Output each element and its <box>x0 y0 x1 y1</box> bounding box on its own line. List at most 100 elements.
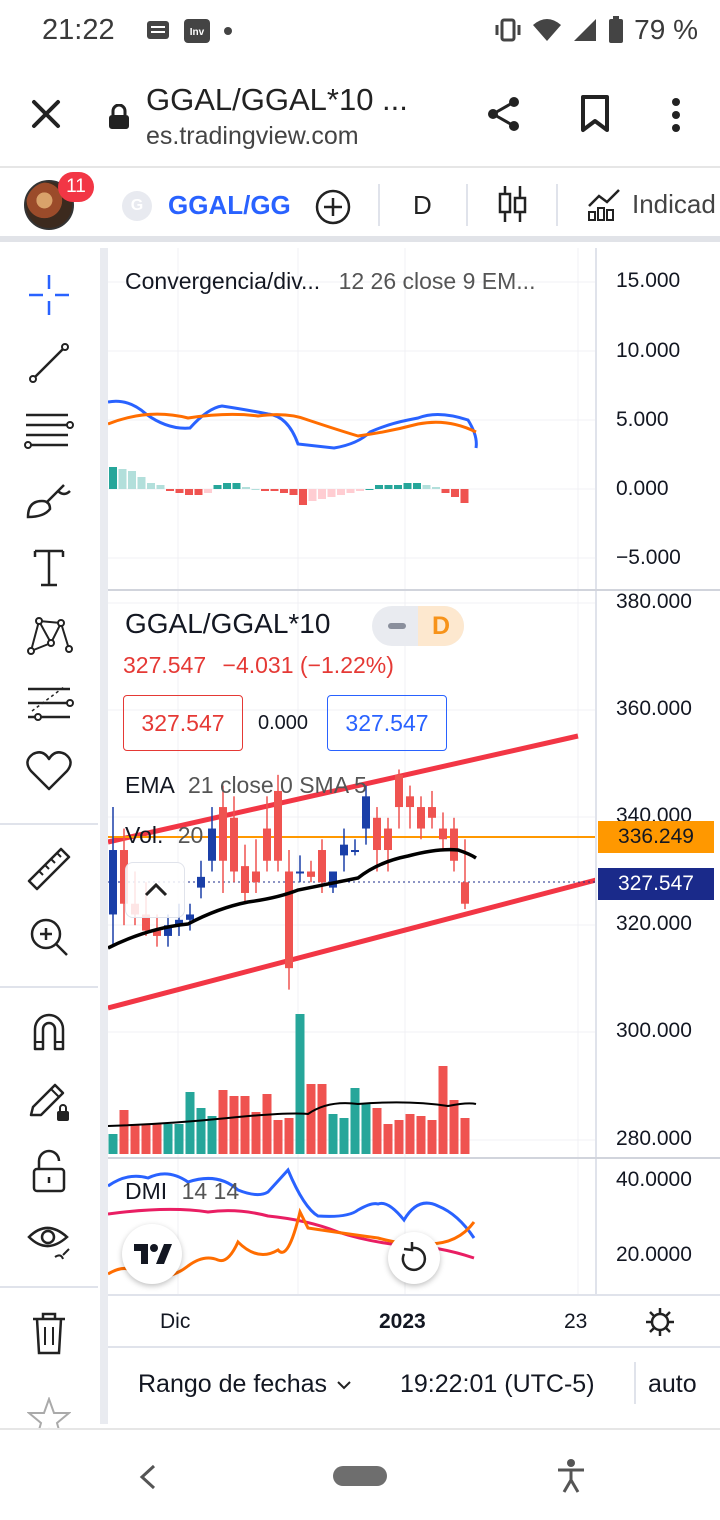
toolbar-divider <box>466 184 468 226</box>
brush-tool[interactable] <box>22 472 76 526</box>
favorites-tool[interactable] <box>22 744 76 798</box>
macd-histogram-bar <box>441 489 450 493</box>
macd-legend[interactable]: Convergencia/div... 12 26 close 9 EM... <box>125 268 535 295</box>
signal-icon <box>574 19 597 41</box>
time-axis[interactable]: Dic 2023 23 <box>108 1294 720 1346</box>
buy-button[interactable]: 327.547 <box>327 695 447 751</box>
text-tool[interactable] <box>22 540 76 594</box>
interval-button[interactable]: D <box>413 190 432 221</box>
share-icon[interactable] <box>484 94 524 134</box>
symbol-search-button[interactable]: GGAL/GG <box>168 190 291 221</box>
volume-bar <box>295 1014 305 1154</box>
volume-bar <box>317 1084 327 1154</box>
dmi-tick: 40.0000 <box>616 1168 692 1191</box>
collapse-legend-button[interactable] <box>125 862 185 918</box>
volume-bar <box>218 1090 228 1154</box>
volume-label: Vol. <box>125 822 164 848</box>
dmi-params: 14 14 <box>181 1178 240 1204</box>
macd-histogram-bar <box>156 485 165 489</box>
toolbar-divider <box>378 184 380 226</box>
macd-histogram-bar <box>232 483 241 489</box>
crosshair-tool[interactable] <box>22 268 76 322</box>
pattern-tool[interactable] <box>22 608 76 662</box>
candle-body <box>197 876 205 888</box>
candle-body <box>439 828 447 840</box>
investing-app-icon: Inv <box>184 19 210 43</box>
interval-pill[interactable]: D <box>372 606 464 646</box>
hide-drawings-tool[interactable] <box>22 1214 76 1268</box>
candle-body <box>263 828 271 861</box>
macd-histogram-bar <box>242 487 250 489</box>
accessibility-icon[interactable] <box>554 1458 588 1494</box>
tradingview-logo[interactable] <box>122 1224 182 1284</box>
macd-histogram-bar <box>365 489 374 490</box>
fib-tool[interactable] <box>22 404 76 458</box>
last-price-tag: 327.547 <box>598 868 714 900</box>
zoom-tool[interactable] <box>22 910 76 964</box>
pill-interval: D <box>418 606 464 646</box>
pencil-lock-icon <box>29 1083 69 1121</box>
ema-legend[interactable]: EMA 21 close 0 SMA 5 <box>125 772 367 799</box>
macd-histogram-bar <box>432 487 440 489</box>
candle-body <box>296 871 304 874</box>
measure-tool[interactable] <box>22 842 76 896</box>
notification-badge[interactable]: 11 <box>58 172 94 202</box>
macd-histogram-bar <box>299 489 307 505</box>
auto-scale-button[interactable]: auto <box>648 1370 697 1399</box>
macd-histogram-bar <box>460 489 469 503</box>
back-icon[interactable] <box>136 1462 160 1492</box>
volume-bar <box>207 1116 217 1154</box>
trash-icon <box>33 1312 65 1355</box>
status-notification-icons: Inv <box>145 18 233 44</box>
volume-bar <box>306 1084 316 1154</box>
time-label: 2023 <box>379 1310 426 1333</box>
home-button[interactable] <box>333 1466 387 1486</box>
message-icon <box>147 21 169 39</box>
page-title[interactable]: GGAL/GGAL*10 ... <box>146 82 408 118</box>
lock-drawings-tool[interactable] <box>22 1074 76 1128</box>
time-label: Dic <box>160 1310 191 1333</box>
remove-drawings-tool[interactable] <box>22 1306 76 1360</box>
date-range-button[interactable]: Rango de fechas <box>138 1370 354 1399</box>
macd-histogram-bar <box>251 489 260 490</box>
settings-gear-icon[interactable] <box>644 1306 676 1338</box>
trend-line-tool[interactable] <box>22 336 76 390</box>
macd-tick: 0.000 <box>616 477 669 500</box>
close-tab-button[interactable] <box>26 94 66 134</box>
candle-body <box>285 871 293 969</box>
price-tick: 320.000 <box>616 912 692 935</box>
page-url[interactable]: es.tradingview.com <box>146 122 359 151</box>
forecast-tool[interactable] <box>22 676 76 730</box>
volume-bar <box>372 1108 382 1154</box>
reset-icon <box>401 1242 427 1272</box>
eye-icon <box>27 1226 70 1260</box>
candle-body <box>109 850 117 915</box>
dmi-legend[interactable]: DMI 14 14 <box>125 1178 239 1205</box>
bookmark-icon[interactable] <box>578 94 612 134</box>
clock-timezone[interactable]: 19:22:01 (UTC-5) <box>400 1370 595 1399</box>
volume-bar <box>251 1112 261 1154</box>
indicators-button[interactable]: Indicad <box>586 186 716 222</box>
reset-chart-button[interactable] <box>388 1232 440 1284</box>
chevron-up-icon <box>144 882 168 897</box>
volume-bar <box>273 1120 283 1154</box>
drawing-tools-panel <box>0 248 100 1433</box>
time-label: 23 <box>564 1310 588 1333</box>
volume-bar <box>262 1094 272 1154</box>
candle-body <box>318 850 326 883</box>
more-menu-icon[interactable] <box>664 96 688 136</box>
magnet-tool[interactable] <box>22 1004 76 1058</box>
sell-button[interactable]: 327.547 <box>123 695 243 751</box>
candles-icon[interactable] <box>498 184 528 224</box>
candle-body <box>428 807 436 818</box>
compare-add-icon[interactable] <box>314 188 352 226</box>
indicators-icon <box>588 189 620 221</box>
chart-area[interactable]: Convergencia/div... 12 26 close 9 EM... … <box>108 248 720 1424</box>
volume-bar <box>405 1114 415 1154</box>
chart-toolbar: 11 G GGAL/GG D Indicad <box>0 170 720 242</box>
volume-bar <box>449 1100 459 1154</box>
lock-all-tool[interactable] <box>22 1144 76 1198</box>
volume-legend[interactable]: Vol. 20 <box>125 822 203 849</box>
symbol-title[interactable]: GGAL/GGAL*10 <box>125 608 330 640</box>
macd-histogram-bar <box>327 489 336 497</box>
